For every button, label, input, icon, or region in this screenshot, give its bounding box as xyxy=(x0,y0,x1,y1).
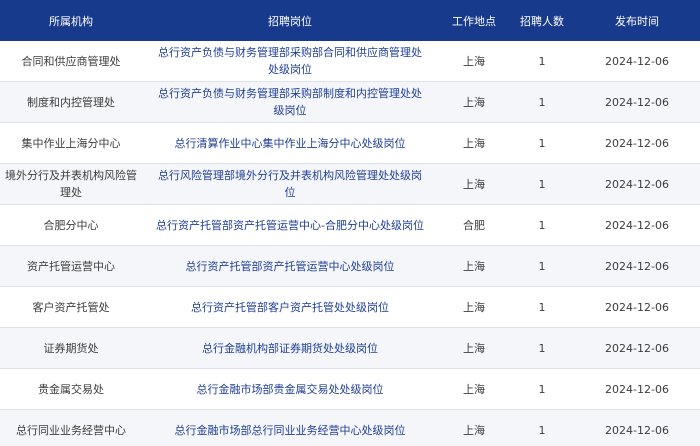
row-location: 上海 xyxy=(438,409,510,446)
job-post-link[interactable]: 总行资产托管部资产托管运营中心处级岗位 xyxy=(186,260,395,273)
row-count: 1 xyxy=(510,327,574,369)
row-dept: 贵金属交易处 xyxy=(0,368,142,410)
table-row: 合同和供应商管理处 总行资产负债与财务管理部采购部合同和供应商管理处处级岗位 上海 1… xyxy=(0,41,700,82)
row-count: 1 xyxy=(510,286,574,328)
job-post-link[interactable]: 总行资产负债与财务管理部采购部制度和内控管理处处级岗位 xyxy=(158,87,422,117)
header-location: 工作地点 xyxy=(438,0,510,41)
header-dept: 所属机构 xyxy=(0,0,142,41)
job-post-link[interactable]: 总行资产负债与财务管理部采购部合同和供应商管理处处级岗位 xyxy=(158,46,422,76)
header-post: 招聘岗位 xyxy=(142,0,438,41)
table-row: 合肥分中心 总行资产托管部资产托管运营中心-合肥分中心处级岗位 合肥 1 2024-12… xyxy=(0,204,700,246)
row-count: 1 xyxy=(510,122,574,164)
table-row: 制度和内控管理处 总行资产负债与财务管理部采购部制度和内控管理处处级岗位 上海 1 20… xyxy=(0,81,700,123)
row-count: 1 xyxy=(510,41,574,82)
row-count: 1 xyxy=(510,163,574,205)
row-date: 2024-12-06 xyxy=(574,163,700,205)
row-count: 1 xyxy=(510,81,574,123)
row-date: 2024-12-06 xyxy=(574,122,700,164)
job-post-link[interactable]: 总行资产托管部资产托管运营中心-合肥分中心处级岗位 xyxy=(156,219,424,232)
row-post-cell: 总行资产负债与财务管理部采购部合同和供应商管理处处级岗位 xyxy=(142,41,438,82)
row-date: 2024-12-06 xyxy=(574,368,700,410)
row-location: 上海 xyxy=(438,327,510,369)
row-date: 2024-12-06 xyxy=(574,245,700,287)
job-post-link[interactable]: 总行金融机构部证券期货处处级岗位 xyxy=(202,342,378,355)
job-post-link[interactable]: 总行金融市场部贵金属交易处处级岗位 xyxy=(197,383,384,396)
row-count: 1 xyxy=(510,245,574,287)
table-row: 客户资产托管处 总行资产托管部客户资产托管处处级岗位 上海 1 2024-12-06 xyxy=(0,286,700,328)
row-location: 上海 xyxy=(438,122,510,164)
table-row: 贵金属交易处 总行金融市场部贵金属交易处处级岗位 上海 1 2024-12-06 xyxy=(0,368,700,410)
row-location: 上海 xyxy=(438,41,510,82)
job-post-link[interactable]: 总行资产托管部客户资产托管处处级岗位 xyxy=(191,301,389,314)
row-post-cell: 总行资产托管部资产托管运营中心处级岗位 xyxy=(142,245,438,287)
row-count: 1 xyxy=(510,204,574,246)
row-post-cell: 总行金融机构部证券期货处处级岗位 xyxy=(142,327,438,369)
row-dept: 制度和内控管理处 xyxy=(0,81,142,123)
row-post-cell: 总行金融市场部总行同业业务经营中心处级岗位 xyxy=(142,409,438,446)
header-date: 发布时间 xyxy=(574,0,700,41)
row-post-cell: 总行资产托管部客户资产托管处处级岗位 xyxy=(142,286,438,328)
row-location: 上海 xyxy=(438,245,510,287)
table-row: 证券期货处 总行金融机构部证券期货处处级岗位 上海 1 2024-12-06 xyxy=(0,327,700,369)
table-row: 集中作业上海分中心 总行清算作业中心集中作业上海分中心处级岗位 上海 1 2024-12… xyxy=(0,122,700,164)
job-post-link[interactable]: 总行金融市场部总行同业业务经营中心处级岗位 xyxy=(175,424,406,437)
row-post-cell: 总行资产负债与财务管理部采购部制度和内控管理处处级岗位 xyxy=(142,81,438,123)
job-post-link[interactable]: 总行风险管理部境外分行及并表机构风险管理处处级岗位 xyxy=(158,169,422,199)
table-row: 境外分行及并表机构风险管理处 总行风险管理部境外分行及并表机构风险管理处处级岗位上… xyxy=(0,163,700,205)
job-listing-table: 所属机构 招聘岗位 工作地点 招聘人数 发布时间 合同和供应商管理处 总行资产负债… xyxy=(0,0,700,446)
row-dept: 客户资产托管处 xyxy=(0,286,142,328)
row-dept: 合肥分中心 xyxy=(0,204,142,246)
row-dept: 资产托管运营中心 xyxy=(0,245,142,287)
row-post-cell: 总行资产托管部资产托管运营中心-合肥分中心处级岗位 xyxy=(142,204,438,246)
table-header-row: 所属机构 招聘岗位 工作地点 招聘人数 发布时间 xyxy=(0,0,700,41)
row-dept: 集中作业上海分中心 xyxy=(0,122,142,164)
row-date: 2024-12-06 xyxy=(574,286,700,328)
row-date: 2024-12-06 xyxy=(574,41,700,82)
row-location: 上海 xyxy=(438,81,510,123)
table-row: 总行同业业务经营中心 总行金融市场部总行同业业务经营中心处级岗位 上海 1 2024-1… xyxy=(0,409,700,446)
row-post-cell: 总行清算作业中心集中作业上海分中心处级岗位 xyxy=(142,122,438,164)
row-dept: 合同和供应商管理处 xyxy=(0,41,142,82)
row-count: 1 xyxy=(510,368,574,410)
row-date: 2024-12-06 xyxy=(574,204,700,246)
header-count: 招聘人数 xyxy=(510,0,574,41)
row-date: 2024-12-06 xyxy=(574,81,700,123)
job-post-link[interactable]: 总行清算作业中心集中作业上海分中心处级岗位 xyxy=(175,137,406,150)
row-location: 上海 xyxy=(438,368,510,410)
row-post-cell: 总行风险管理部境外分行及并表机构风险管理处处级岗位 xyxy=(142,163,438,205)
row-post-cell: 总行金融市场部贵金属交易处处级岗位 xyxy=(142,368,438,410)
row-dept: 境外分行及并表机构风险管理处 xyxy=(0,163,142,205)
row-date: 2024-12-06 xyxy=(574,409,700,446)
table-row: 资产托管运营中心 总行资产托管部资产托管运营中心处级岗位 上海 1 2024-12-06 xyxy=(0,245,700,287)
row-count: 1 xyxy=(510,409,574,446)
row-dept: 总行同业业务经营中心 xyxy=(0,409,142,446)
row-location: 合肥 xyxy=(438,204,510,246)
row-dept: 证券期货处 xyxy=(0,327,142,369)
row-date: 2024-12-06 xyxy=(574,327,700,369)
row-location: 上海 xyxy=(438,286,510,328)
row-location: 上海 xyxy=(438,163,510,205)
